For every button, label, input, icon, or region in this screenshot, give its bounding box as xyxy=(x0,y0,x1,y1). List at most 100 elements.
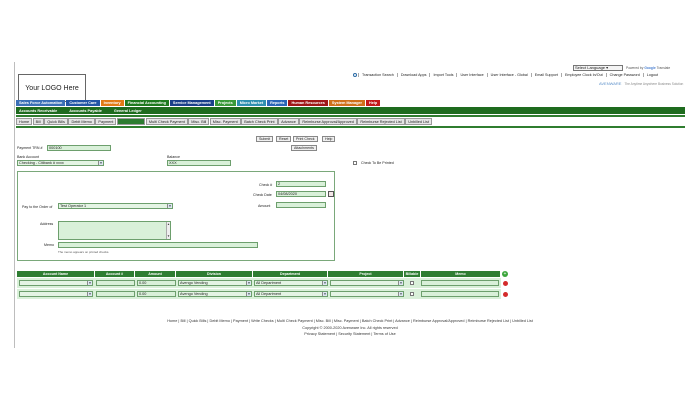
footer-link-advance[interactable]: Advance xyxy=(395,319,410,323)
account-name-select[interactable]: ▼ xyxy=(19,291,93,297)
top-link-clock-in-out[interactable]: Employee Clock In/Out xyxy=(560,73,606,77)
tab-unbilled-list[interactable]: Unbilled List xyxy=(405,118,432,125)
top-link-logout[interactable]: Logout xyxy=(642,73,661,77)
department-select[interactable]: All Department ▼ xyxy=(254,280,328,286)
department-value: All Department xyxy=(256,281,282,285)
address-textarea[interactable] xyxy=(58,221,171,240)
delete-row-icon[interactable] xyxy=(503,292,508,297)
footer-link-debit-memo[interactable]: Debit Memo xyxy=(209,319,229,323)
language-select[interactable]: Select Language ▾ xyxy=(573,65,623,71)
add-row-icon[interactable]: + xyxy=(502,271,508,277)
tab-bill[interactable]: Bill xyxy=(32,118,44,125)
brand-tagline: The Anytime Anywhere Business Solution xyxy=(624,82,684,86)
memo-cell-input[interactable] xyxy=(421,291,499,297)
footer-link-reimburse-rejected-list[interactable]: Reimburse Rejected List xyxy=(468,319,509,323)
attachments-button[interactable]: Attachments xyxy=(291,145,317,151)
chevron-down-icon: ▼ xyxy=(246,292,251,296)
company-logo: Your LOGO Here xyxy=(18,74,86,102)
division-select[interactable]: Avengo Vending ▼ xyxy=(178,291,252,297)
nav-tab-micro-market[interactable]: Micro Market xyxy=(236,100,267,106)
tab-write-checks[interactable]: Write Checks xyxy=(116,118,146,125)
pay-to-select[interactable]: Test Operator 1 ▼ xyxy=(58,203,173,209)
footer-link-misc-bill[interactable]: Misc. Bill xyxy=(316,319,331,323)
footer-link-bill[interactable]: Bill xyxy=(180,319,185,323)
tab-misc-payment[interactable]: Misc. Payment xyxy=(209,118,241,125)
nav-tab-service-management[interactable]: Service Management xyxy=(169,100,214,106)
check-no-input[interactable]: 2 xyxy=(276,181,326,187)
billable-checkbox[interactable] xyxy=(410,281,414,285)
nav-tab-system-manager[interactable]: System Manager xyxy=(328,100,365,106)
tab-payment[interactable]: Payment xyxy=(95,118,117,125)
top-link-email-support[interactable]: Email Support xyxy=(530,73,561,77)
google-word: Google xyxy=(644,66,656,70)
subnav-accounts-payable[interactable]: Accounts Payable xyxy=(66,109,105,113)
scrollbar[interactable]: ▲ ▼ xyxy=(166,222,170,239)
tab-quick-bills[interactable]: Quick Bills xyxy=(44,118,68,125)
tab-misc-bill[interactable]: Misc. Bill xyxy=(188,118,210,125)
footer-link-home[interactable]: Home xyxy=(167,319,177,323)
security-statement-link[interactable]: Security Statement xyxy=(338,332,370,336)
project-select[interactable]: ▼ xyxy=(330,291,404,297)
reset-button[interactable]: Reset xyxy=(276,136,292,142)
account-name-select[interactable]: ▼ xyxy=(19,280,93,286)
brand-name: AVENWARE xyxy=(599,81,622,86)
footer-link-quick-bills[interactable]: Quick Bills xyxy=(189,319,207,323)
print-check-button[interactable]: Print Check xyxy=(293,136,318,142)
footer-link-multi-check-payment[interactable]: Multi Check Payment xyxy=(277,319,313,323)
top-link-user-interface-global[interactable]: User Interface - Global xyxy=(486,73,531,77)
footer-link-write-checks[interactable]: Write Checks xyxy=(251,319,274,323)
footer-link-unbilled-list[interactable]: Unbilled List xyxy=(512,319,533,323)
check-date-input[interactable]: 04/08/2020 xyxy=(276,191,326,197)
department-select[interactable]: All Department ▼ xyxy=(254,291,328,297)
tab-advance[interactable]: Advance xyxy=(278,118,299,125)
top-link-change-password[interactable]: Change Password xyxy=(605,73,643,77)
calendar-icon[interactable] xyxy=(328,191,334,197)
memo-input[interactable] xyxy=(58,242,258,248)
tab-reimburse-approval-approved[interactable]: Reimburse Approval/Approved xyxy=(299,118,357,125)
nav-tab-reports[interactable]: Reports xyxy=(267,100,288,106)
privacy-statement-link[interactable]: Privacy Statement xyxy=(304,332,335,336)
footer-link-batch-check-print[interactable]: Batch Check Print xyxy=(362,319,392,323)
help-button[interactable]: Help xyxy=(322,136,336,142)
nav-tab-financial-accounting[interactable]: Financial Accounting xyxy=(124,100,169,106)
brand-logo: AVENWARE The Anytime Anywhere Business So… xyxy=(599,81,683,86)
nav-tab-help[interactable]: Help xyxy=(366,100,381,106)
footer-link-payment[interactable]: Payment xyxy=(233,319,248,323)
project-select[interactable]: ▼ xyxy=(330,280,404,286)
submit-button[interactable]: Submit xyxy=(256,136,274,142)
header-billable: Billable xyxy=(404,271,421,277)
tab-reimburse-rejected-list[interactable]: Reimburse Rejected List xyxy=(357,118,405,125)
footer-link-reimburse-approval-approved[interactable]: Reimburse Approval/Approved xyxy=(413,319,465,323)
nav-tab-customer-care[interactable]: Customer Care xyxy=(66,100,100,106)
amount-cell-input[interactable]: 0.00 xyxy=(137,291,176,297)
tab-home[interactable]: Home xyxy=(16,118,33,125)
account-no-input[interactable] xyxy=(96,280,135,286)
translate-word[interactable]: Translate xyxy=(657,66,671,70)
subnav-general-ledger[interactable]: General Ledger xyxy=(111,109,145,113)
memo-cell-input[interactable] xyxy=(421,280,499,286)
tab-multi-check-payment[interactable]: Multi Check Payment xyxy=(145,118,188,125)
footer-link-misc-payment[interactable]: Misc. Payment xyxy=(334,319,359,323)
billable-checkbox[interactable] xyxy=(410,292,414,296)
check-to-be-printed-checkbox[interactable] xyxy=(353,161,357,165)
module-sub-nav: Accounts Receivable Accounts Payable Gen… xyxy=(16,107,685,114)
payment-trn-input[interactable]: 000100 xyxy=(47,145,111,151)
division-select[interactable]: Avengo Vending ▼ xyxy=(178,280,252,286)
nav-tab-human-resources[interactable]: Human Resources xyxy=(288,100,328,106)
nav-tab-sales-force-automation[interactable]: Sales Force Automation xyxy=(16,100,66,106)
top-link-import-tools[interactable]: Import Tools xyxy=(429,73,456,77)
amount-cell-input[interactable]: 0.00 xyxy=(137,280,176,286)
nav-tab-projects[interactable]: Projects xyxy=(214,100,236,106)
top-link-transaction-search[interactable]: Transaction Search xyxy=(358,73,397,77)
subnav-accounts-receivable[interactable]: Accounts Receivable xyxy=(16,109,60,113)
nav-tab-inventory[interactable]: Inventory xyxy=(100,100,124,106)
account-no-input[interactable] xyxy=(96,291,135,297)
amount-input[interactable] xyxy=(276,202,326,208)
top-link-user-interface[interactable]: User Interface xyxy=(456,73,486,77)
tab-batch-check-print[interactable]: Batch Check Print xyxy=(241,118,278,125)
bank-account-select[interactable]: Checking - Citibank # xxxx ▼ xyxy=(17,160,104,166)
top-link-download-apps[interactable]: Download Apps xyxy=(396,73,430,77)
tab-debit-memo[interactable]: Debit Memo xyxy=(68,118,95,125)
terms-of-use-link[interactable]: Terms of Use xyxy=(373,332,395,336)
delete-row-icon[interactable] xyxy=(503,281,508,286)
